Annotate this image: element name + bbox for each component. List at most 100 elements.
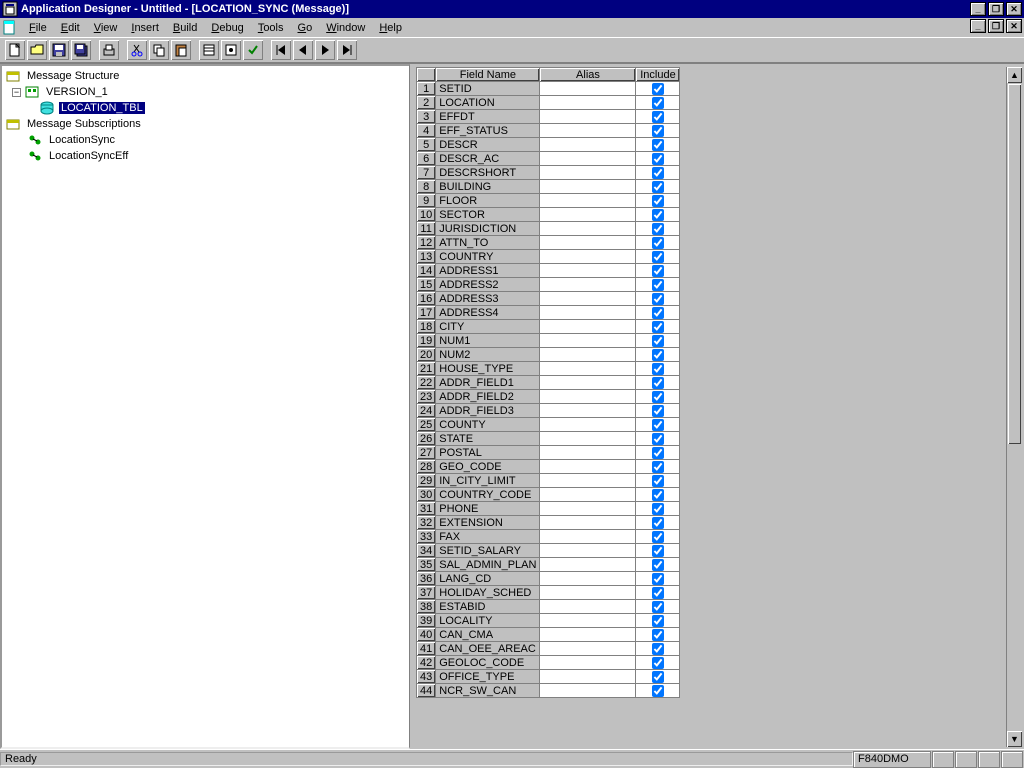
grid-row[interactable]: 35SAL_ADMIN_PLAN (417, 558, 680, 572)
cell-field-name[interactable]: ADDRESS1 (436, 264, 540, 278)
cell-field-name[interactable]: NUM1 (436, 334, 540, 348)
include-checkbox[interactable] (652, 307, 664, 319)
menu-build[interactable]: Build (166, 21, 204, 35)
include-checkbox[interactable] (652, 657, 664, 669)
tree-node-locationsync[interactable]: LocationSync (6, 132, 405, 148)
cell-alias[interactable] (540, 278, 636, 292)
grid-row[interactable]: 26STATE (417, 432, 680, 446)
grid-row[interactable]: 13COUNTRY (417, 250, 680, 264)
include-checkbox[interactable] (652, 643, 664, 655)
include-checkbox[interactable] (652, 475, 664, 487)
include-checkbox[interactable] (652, 447, 664, 459)
grid-row[interactable]: 44NCR_SW_CAN (417, 684, 680, 698)
cell-include[interactable] (636, 502, 680, 516)
grid-row[interactable]: 2LOCATION (417, 96, 680, 110)
cell-include[interactable] (636, 250, 680, 264)
cell-alias[interactable] (540, 502, 636, 516)
grid-row[interactable]: 15ADDRESS2 (417, 278, 680, 292)
grid-row[interactable]: 33FAX (417, 530, 680, 544)
include-checkbox[interactable] (652, 279, 664, 291)
cell-include[interactable] (636, 180, 680, 194)
cell-alias[interactable] (540, 208, 636, 222)
cell-include[interactable] (636, 684, 680, 698)
col-field-name[interactable]: Field Name (436, 68, 540, 82)
cell-field-name[interactable]: ADDR_FIELD3 (436, 404, 540, 418)
menu-edit[interactable]: Edit (54, 21, 87, 35)
cell-field-name[interactable]: EXTENSION (436, 516, 540, 530)
tree-node-locationsynceff[interactable]: LocationSyncEff (6, 148, 405, 164)
grid-row[interactable]: 10SECTOR (417, 208, 680, 222)
include-checkbox[interactable] (652, 335, 664, 347)
include-checkbox[interactable] (652, 195, 664, 207)
cell-include[interactable] (636, 390, 680, 404)
cell-field-name[interactable]: LOCATION (436, 96, 540, 110)
cell-include[interactable] (636, 152, 680, 166)
cell-alias[interactable] (540, 530, 636, 544)
collapse-icon[interactable]: − (12, 88, 21, 97)
grid-row[interactable]: 14ADDRESS1 (417, 264, 680, 278)
grid-row[interactable]: 19NUM1 (417, 334, 680, 348)
cell-include[interactable] (636, 516, 680, 530)
open-button[interactable] (26, 39, 48, 61)
cell-alias[interactable] (540, 124, 636, 138)
grid-row[interactable]: 21HOUSE_TYPE (417, 362, 680, 376)
tree-node-version[interactable]: − VERSION_1 (6, 84, 405, 100)
print-button[interactable] (98, 39, 120, 61)
grid-row[interactable]: 37HOLIDAY_SCHED (417, 586, 680, 600)
cell-alias[interactable] (540, 432, 636, 446)
new-button[interactable] (4, 39, 26, 61)
include-checkbox[interactable] (652, 559, 664, 571)
grid-row[interactable]: 29IN_CITY_LIMIT (417, 474, 680, 488)
menu-view[interactable]: View (87, 21, 125, 35)
include-checkbox[interactable] (652, 517, 664, 529)
include-checkbox[interactable] (652, 405, 664, 417)
cell-field-name[interactable]: FAX (436, 530, 540, 544)
cell-include[interactable] (636, 362, 680, 376)
cell-alias[interactable] (540, 348, 636, 362)
grid-row[interactable]: 12ATTN_TO (417, 236, 680, 250)
include-checkbox[interactable] (652, 251, 664, 263)
cell-alias[interactable] (540, 110, 636, 124)
grid-row[interactable]: 17ADDRESS4 (417, 306, 680, 320)
cell-field-name[interactable]: NCR_SW_CAN (436, 684, 540, 698)
cell-alias[interactable] (540, 586, 636, 600)
include-checkbox[interactable] (652, 433, 664, 445)
cell-alias[interactable] (540, 446, 636, 460)
menu-insert[interactable]: Insert (124, 21, 166, 35)
grid-row[interactable]: 9FLOOR (417, 194, 680, 208)
include-checkbox[interactable] (652, 685, 664, 697)
scroll-thumb[interactable] (1008, 84, 1021, 444)
scroll-down-button[interactable]: ▼ (1007, 731, 1022, 747)
cell-alias[interactable] (540, 236, 636, 250)
save-all-button[interactable] (70, 39, 92, 61)
cell-include[interactable] (636, 320, 680, 334)
menu-debug[interactable]: Debug (204, 21, 250, 35)
cell-field-name[interactable]: GEOLOC_CODE (436, 656, 540, 670)
include-checkbox[interactable] (652, 321, 664, 333)
include-checkbox[interactable] (652, 97, 664, 109)
cell-field-name[interactable]: STATE (436, 432, 540, 446)
include-checkbox[interactable] (652, 503, 664, 515)
cell-field-name[interactable]: NUM2 (436, 348, 540, 362)
grid-row[interactable]: 11JURISDICTION (417, 222, 680, 236)
include-checkbox[interactable] (652, 153, 664, 165)
cell-include[interactable] (636, 544, 680, 558)
cell-field-name[interactable]: CAN_OEE_AREAC (436, 642, 540, 656)
cell-include[interactable] (636, 460, 680, 474)
include-checkbox[interactable] (652, 531, 664, 543)
cell-include[interactable] (636, 292, 680, 306)
include-checkbox[interactable] (652, 237, 664, 249)
include-checkbox[interactable] (652, 601, 664, 613)
tree-node-message-subscriptions[interactable]: Message Subscriptions (6, 116, 405, 132)
mdi-close-button[interactable]: ✕ (1006, 19, 1022, 33)
nav-last-button[interactable] (336, 39, 358, 61)
cell-alias[interactable] (540, 684, 636, 698)
cell-alias[interactable] (540, 614, 636, 628)
include-checkbox[interactable] (652, 377, 664, 389)
grid-row[interactable]: 23ADDR_FIELD2 (417, 390, 680, 404)
include-checkbox[interactable] (652, 419, 664, 431)
cell-alias[interactable] (540, 362, 636, 376)
grid-row[interactable]: 5DESCR (417, 138, 680, 152)
cell-alias[interactable] (540, 516, 636, 530)
cell-include[interactable] (636, 348, 680, 362)
